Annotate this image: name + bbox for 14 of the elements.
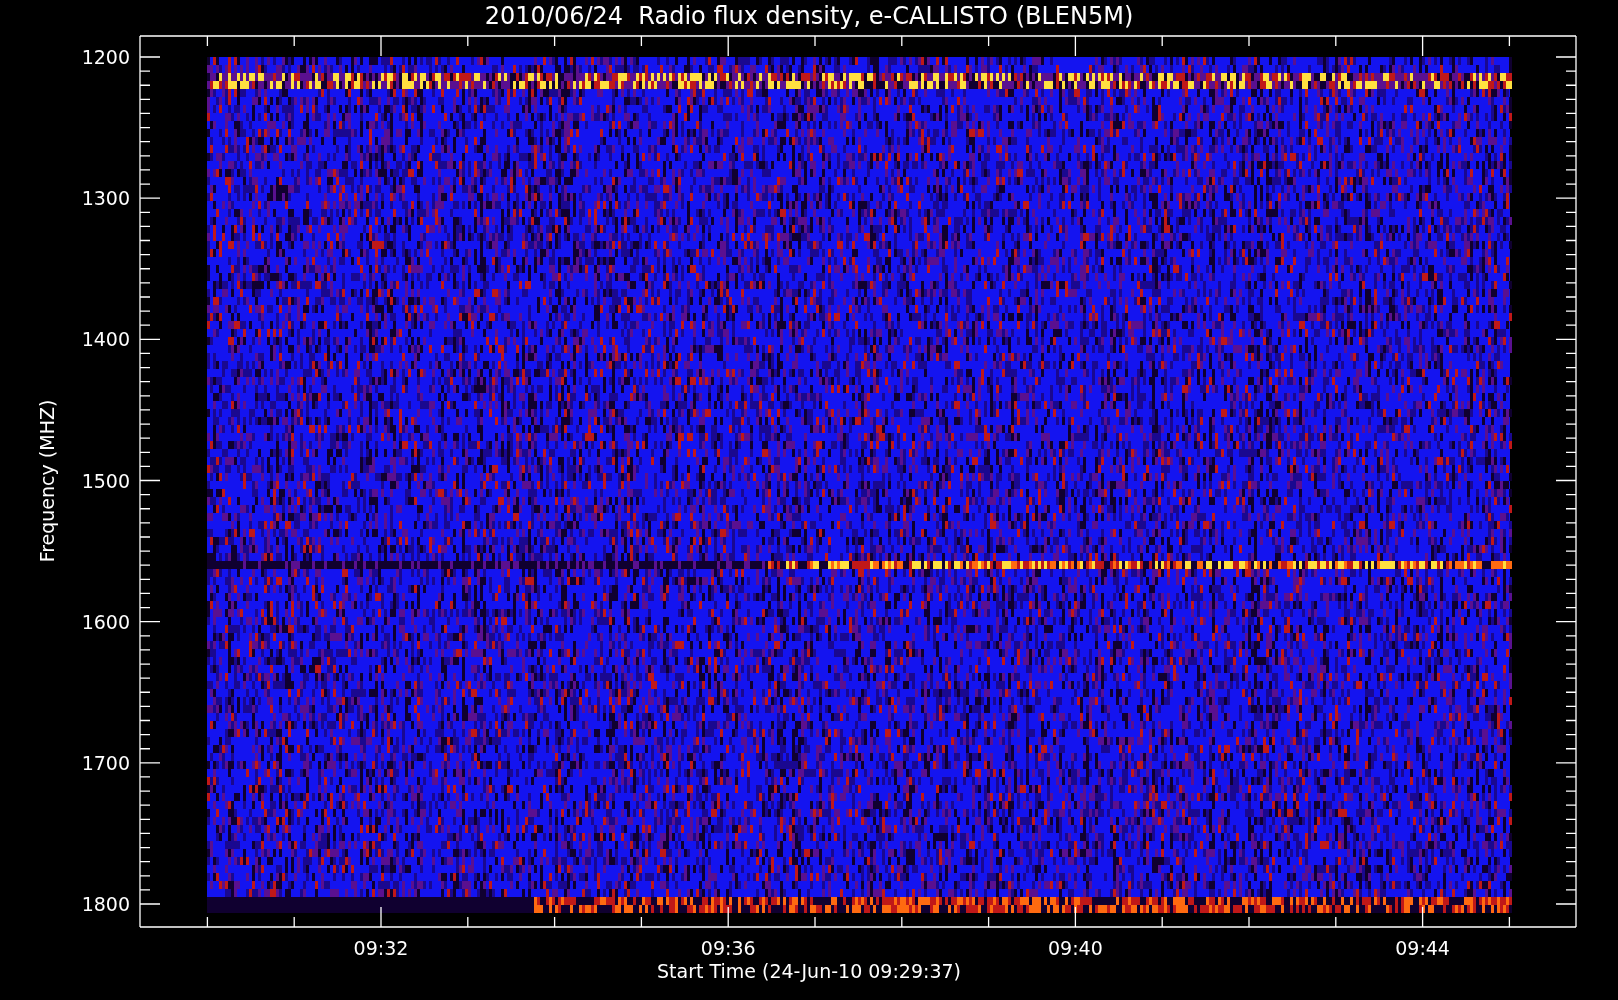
tick-label: 09:40 [1048, 937, 1103, 959]
tick-label: 1200 [81, 46, 130, 68]
plot-title: 2010/06/24 Radio flux density, e-CALLISTO (BLEN5M) [484, 2, 1134, 30]
tick-label: 1300 [81, 187, 130, 210]
axis-label: Start Time (24-Jun-10 09:29:37) [657, 960, 961, 982]
tick-label: 1500 [81, 469, 130, 492]
tick-label: 1700 [81, 751, 130, 774]
tick-label: 1400 [81, 328, 130, 351]
axis-label: Frequency (MHZ) [36, 399, 58, 563]
tick-label: 09:44 [1395, 937, 1450, 959]
tick-label: 1800 [81, 893, 130, 915]
tick-label: 09:32 [353, 937, 409, 959]
tick-label: 1600 [81, 610, 130, 633]
tick-label: 09:36 [700, 937, 756, 959]
